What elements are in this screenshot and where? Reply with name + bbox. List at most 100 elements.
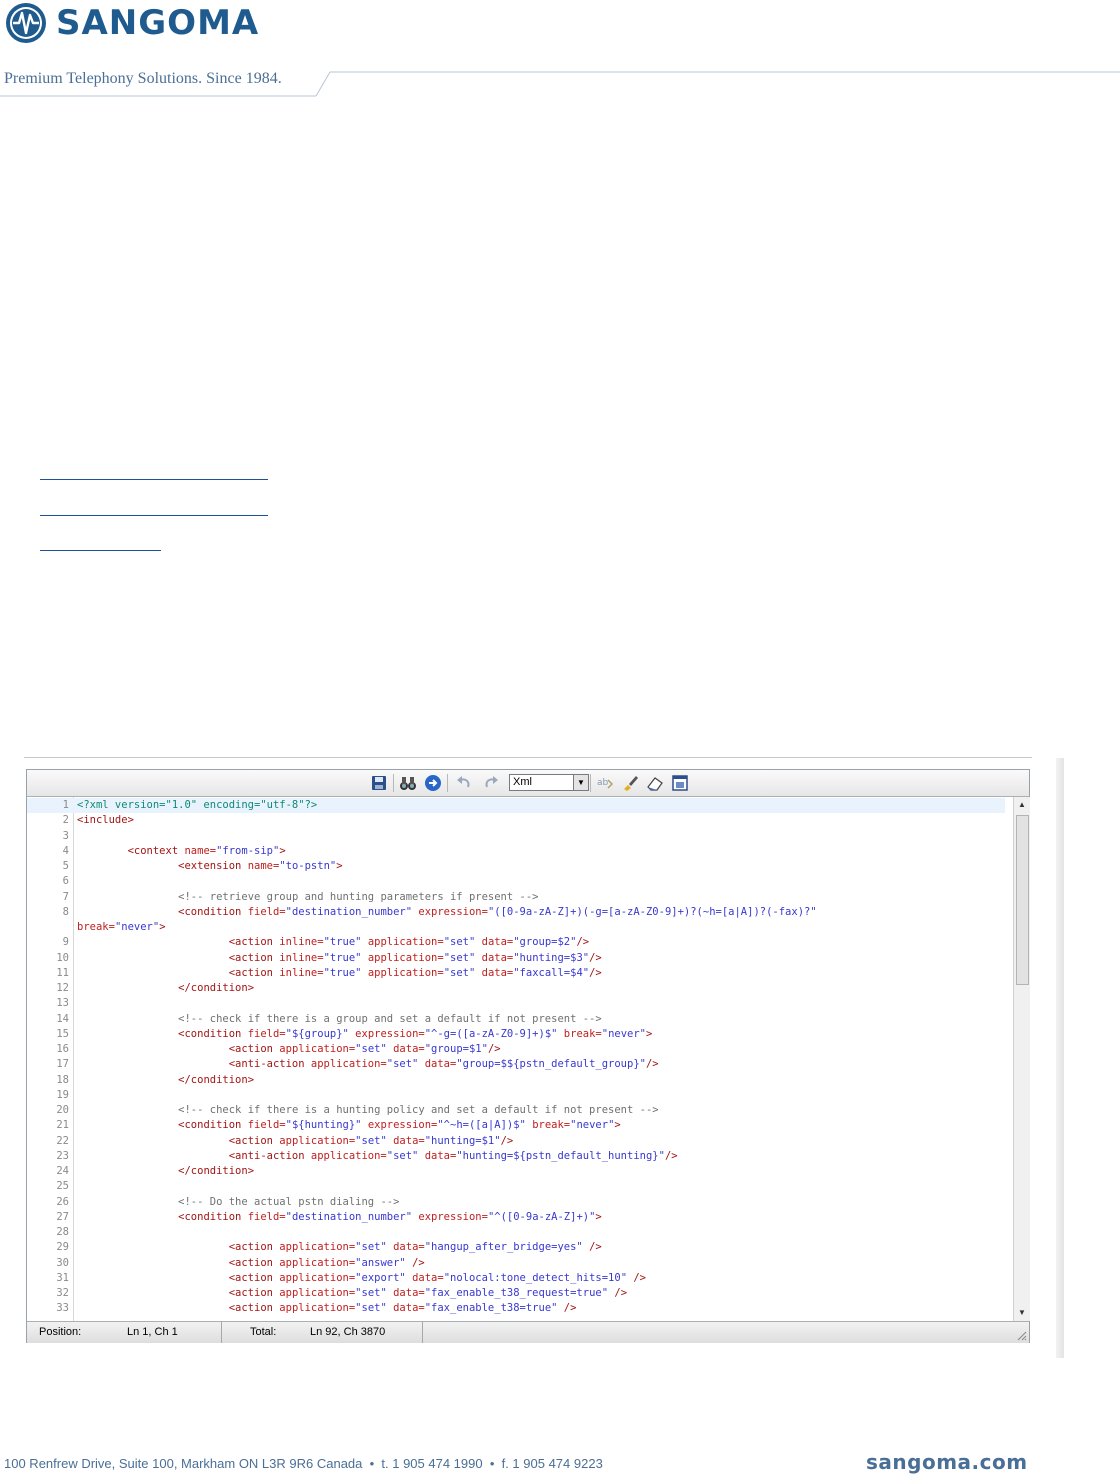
eraser-icon[interactable] xyxy=(646,774,664,792)
code-token: > xyxy=(614,1119,621,1132)
line-number xyxy=(27,920,69,935)
code-token: <condition xyxy=(178,1027,242,1040)
section-divider xyxy=(24,757,1032,758)
syntax-language-select[interactable]: Xml ▼ xyxy=(509,774,589,791)
code-token: break= xyxy=(525,1119,571,1132)
code-text: <condition field="${hunting}" expression… xyxy=(77,1118,621,1133)
code-token: "never" xyxy=(570,1119,615,1132)
code-token: > xyxy=(646,1027,653,1040)
code-text: <action inline="true" application="set" … xyxy=(77,966,602,981)
save-icon[interactable] xyxy=(370,774,388,792)
code-text: <anti-action application="set" data="gro… xyxy=(77,1057,659,1072)
code-token: "set" xyxy=(386,1149,419,1162)
line-number: 14 xyxy=(56,1012,69,1025)
highlight-brush-icon[interactable] xyxy=(621,774,639,792)
code-token: "to-pstn" xyxy=(279,860,337,872)
code-text: <action application="set" data="hangup_a… xyxy=(77,1240,602,1255)
code-token: "hunting=$3" xyxy=(513,951,590,964)
xml-code-editor[interactable]: Xml ▼ ab 1 <?xml version="1.0" encoding="… xyxy=(26,769,1030,1343)
code-token: "true" xyxy=(323,966,362,979)
page-edge-shadow xyxy=(1056,758,1064,1358)
svg-text:ab: ab xyxy=(597,778,609,788)
line-number: 1 xyxy=(62,799,69,811)
code-area[interactable]: 1 <?xml version="1.0" encoding="utf-8"?> 2… xyxy=(27,797,1013,1321)
document-link-3[interactable] xyxy=(40,550,161,551)
line-number: 26 xyxy=(56,1195,69,1208)
code-token: break= xyxy=(77,921,115,933)
code-token: "answer" xyxy=(355,1256,406,1269)
line-number: 30 xyxy=(56,1256,69,1269)
code-line: 28 xyxy=(27,1225,1013,1240)
code-text: <anti-action application="set" data="hun… xyxy=(77,1149,678,1164)
code-token: <!-- retrieve group and hunting paramete… xyxy=(178,890,539,903)
code-token: break= xyxy=(557,1027,602,1040)
vertical-scrollbar[interactable]: ▲ ▼ xyxy=(1013,797,1030,1321)
code-token: "true" xyxy=(323,936,362,949)
scrollbar-thumb[interactable] xyxy=(1016,815,1029,985)
code-token: /> xyxy=(582,1241,602,1254)
code-token: > xyxy=(336,860,343,872)
code-token: application= xyxy=(272,1043,356,1055)
code-text: <context name="from-sip"> xyxy=(77,844,286,859)
scroll-down-arrow-icon[interactable]: ▼ xyxy=(1014,1305,1030,1321)
code-line: 17 <anti-action application="set" data="… xyxy=(27,1057,1013,1072)
code-token: <action xyxy=(228,936,273,949)
status-position-label: Position: xyxy=(39,1326,82,1338)
code-token: </condition> xyxy=(178,1073,255,1086)
code-text: <action application="set" data="hunting=… xyxy=(77,1134,514,1149)
code-text: <!-- retrieve group and hunting paramete… xyxy=(77,890,538,905)
code-text: <include> xyxy=(77,813,134,828)
word-wrap-icon[interactable]: ab xyxy=(596,774,614,792)
code-token: /> xyxy=(405,1256,425,1269)
code-token: application= xyxy=(272,1271,356,1284)
undo-icon[interactable] xyxy=(455,774,473,792)
code-token: <include> xyxy=(77,814,134,827)
document-link-2[interactable] xyxy=(40,515,268,516)
code-line: 25 xyxy=(27,1179,1013,1194)
document-link-1[interactable] xyxy=(40,479,268,480)
code-text: <action application="export" data="noloc… xyxy=(77,1271,646,1286)
find-binoculars-icon[interactable] xyxy=(399,774,417,792)
code-line: break="never"> xyxy=(27,920,1013,935)
toggle-editor-icon[interactable] xyxy=(671,774,689,792)
code-text: </condition> xyxy=(77,981,254,996)
syntax-language-value: Xml xyxy=(513,776,532,788)
code-token: application= xyxy=(304,1149,387,1162)
code-line: 18 </condition> xyxy=(27,1073,1013,1088)
redo-icon[interactable] xyxy=(482,774,500,792)
scroll-up-arrow-icon[interactable]: ▲ xyxy=(1014,797,1030,813)
code-text: <action application="set" data="fax_enab… xyxy=(77,1286,627,1301)
code-line: 16 <action application="set" data="group… xyxy=(27,1042,1013,1057)
code-token: data= xyxy=(386,1241,425,1254)
code-token: /> xyxy=(627,1271,646,1284)
code-token: <!-- Do the actual pstn dialing --> xyxy=(178,1195,400,1208)
code-token: expression= xyxy=(348,1027,425,1040)
code-token: /> xyxy=(500,1134,514,1147)
code-token: <!-- check if there is a group and set a… xyxy=(178,1012,602,1025)
code-token: <action xyxy=(228,1241,273,1254)
goto-line-icon[interactable] xyxy=(424,774,442,792)
line-number: 27 xyxy=(56,1210,69,1223)
line-number: 18 xyxy=(56,1073,69,1086)
line-number: 4 xyxy=(62,844,69,857)
code-line: 4 <context name="from-sip"> xyxy=(27,844,1013,859)
code-line: 1 <?xml version="1.0" encoding="utf-8"?> xyxy=(27,798,1005,813)
line-number: 13 xyxy=(56,997,69,1010)
code-token: data= xyxy=(475,951,514,964)
code-token: > xyxy=(279,844,286,857)
line-number: 17 xyxy=(56,1058,69,1071)
resize-grip-icon[interactable] xyxy=(1015,1329,1027,1341)
code-line: 9 <action inline="true" application="set… xyxy=(27,935,1013,950)
code-line: 5 <extension name="to-pstn"> xyxy=(27,859,1013,874)
code-token: "hunting=$1" xyxy=(424,1134,501,1147)
code-token: expression= xyxy=(361,1119,438,1132)
line-number: 3 xyxy=(62,829,69,842)
code-line: 29 <action application="set" data="hangu… xyxy=(27,1240,1013,1255)
